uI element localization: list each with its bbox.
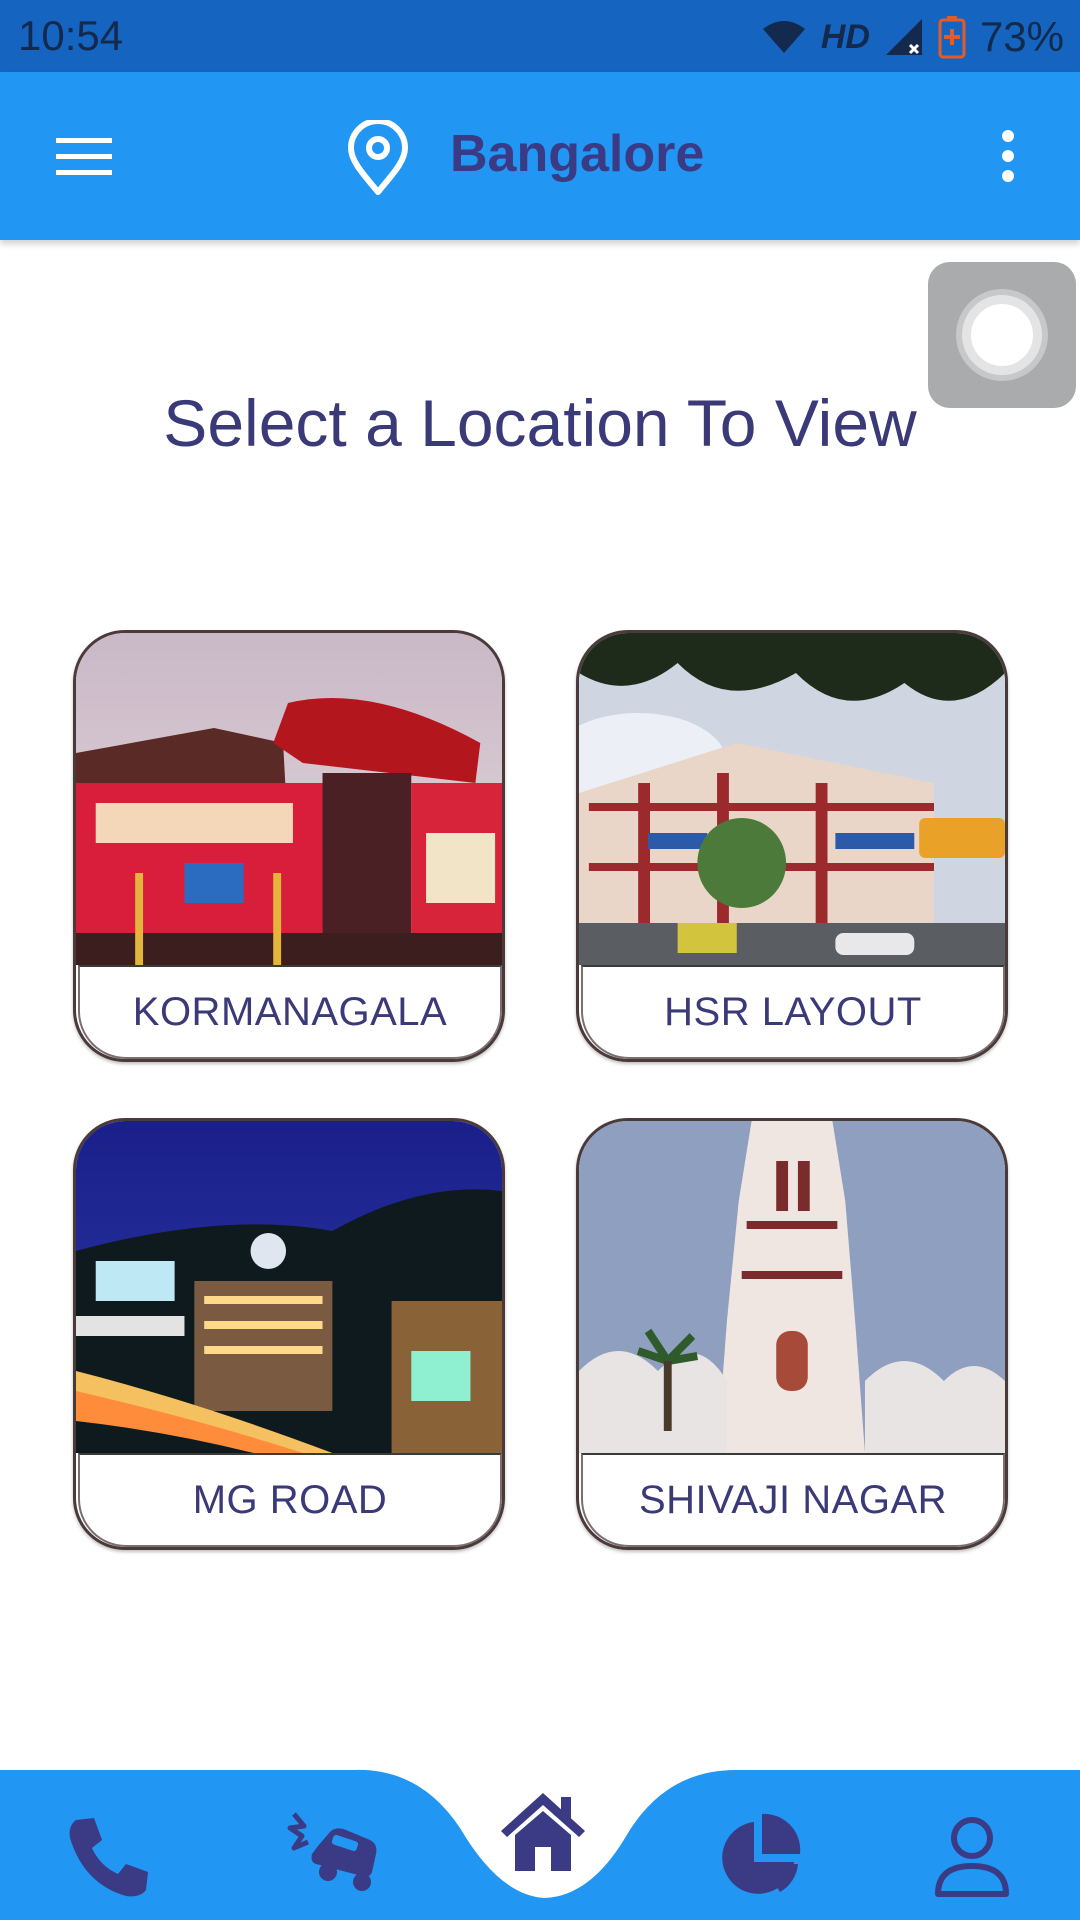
location-photo-kormanagala (76, 633, 502, 965)
hamburger-menu-icon (56, 138, 112, 175)
car-crash-icon (287, 1812, 377, 1891)
location-label: SHIVAJI NAGAR (638, 1477, 948, 1522)
assist-ring-icon (962, 295, 1042, 375)
location-card-kormanagala[interactable]: KORMANAGALA (73, 630, 505, 1062)
location-photo-mg-road (76, 1121, 502, 1453)
nav-profile-button[interactable] (924, 1808, 1020, 1904)
location-label-box: SHIVAJI NAGAR (581, 1453, 1005, 1547)
bottom-navigation (0, 1768, 1080, 1920)
map-pin-icon (348, 120, 408, 195)
status-icons: HD 73% (761, 12, 1064, 62)
nav-stats-button[interactable] (710, 1808, 806, 1904)
location-label: KORMANAGALA (132, 989, 448, 1034)
status-time: 10:54 (18, 12, 124, 59)
location-label-box: MG ROAD (78, 1453, 502, 1547)
city-name[interactable]: Bangalore (450, 124, 704, 184)
page-title: Select a Location To View (163, 386, 917, 460)
location-label-box: HSR LAYOUT (581, 965, 1005, 1059)
nav-accident-button[interactable] (286, 1806, 382, 1902)
status-bar: 10:54 HD 73% (0, 0, 1080, 72)
pie-chart-icon (722, 1813, 801, 1894)
network-type-label: HD (820, 17, 870, 56)
home-icon (501, 1793, 585, 1871)
app-bar: Bangalore (0, 72, 1080, 240)
more-vertical-icon (1002, 130, 1014, 182)
location-label: HSR LAYOUT (664, 989, 922, 1034)
battery-charging-icon (938, 16, 966, 59)
menu-button[interactable] (48, 122, 120, 190)
nav-call-button[interactable] (60, 1808, 156, 1904)
location-card-mg-road[interactable]: MG ROAD (73, 1118, 505, 1550)
battery-percent: 73% (979, 13, 1064, 60)
phone-icon (69, 1818, 148, 1897)
location-photo-hsr-layout (579, 633, 1005, 965)
wifi-icon (762, 21, 805, 53)
signal-icon (885, 19, 922, 55)
nav-home-button[interactable] (495, 1785, 591, 1881)
location-card-hsr-layout[interactable]: HSR LAYOUT (576, 630, 1008, 1062)
location-card-shivaji-nagar[interactable]: SHIVAJI NAGAR (576, 1118, 1008, 1550)
location-label-box: KORMANAGALA (78, 965, 502, 1059)
more-options-button[interactable] (985, 122, 1031, 190)
location-photo-shivaji-nagar (579, 1121, 1005, 1453)
location-label: MG ROAD (192, 1477, 388, 1522)
user-icon (935, 1817, 1009, 1897)
